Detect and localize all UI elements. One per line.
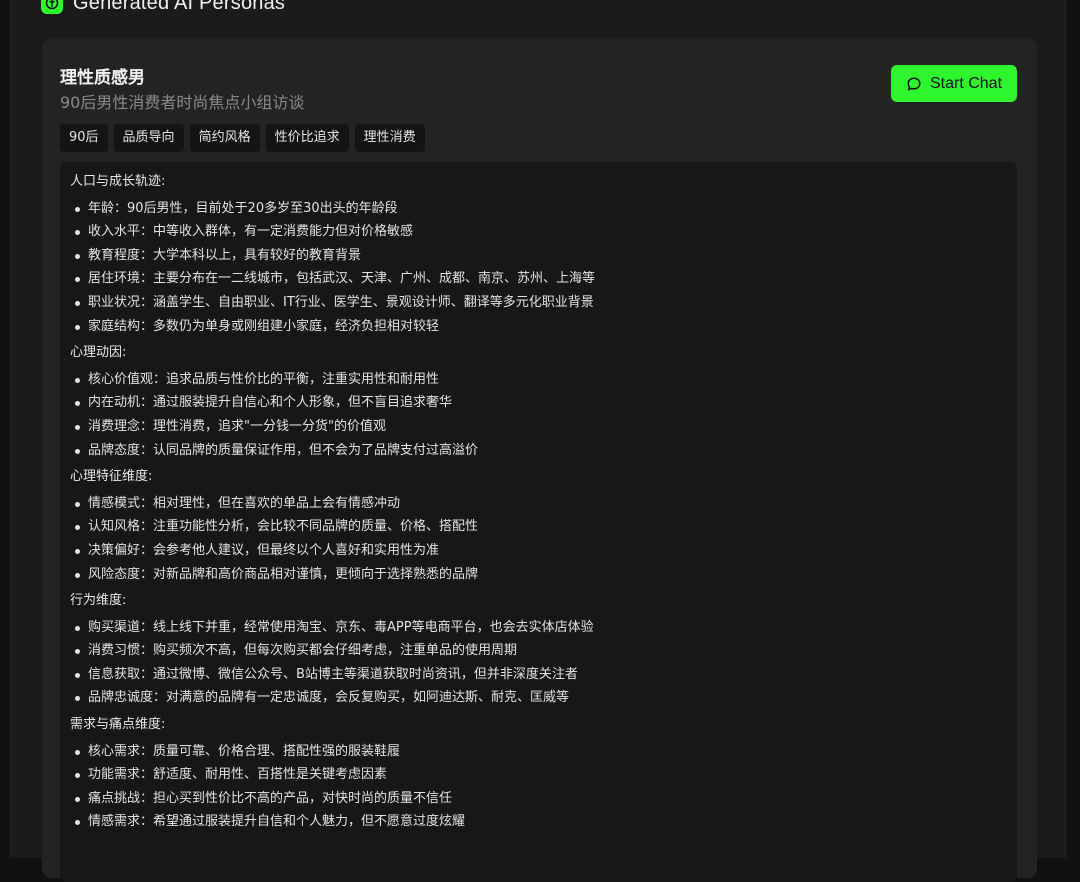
list-item: 核心价值观：追求品质与性价比的平衡，注重实用性和耐用性	[70, 368, 1017, 392]
section-psychological-drivers: 心理动因: 核心价值观：追求品质与性价比的平衡，注重实用性和耐用性 内在动机：通…	[60, 341, 1017, 462]
list-item: 职业状况：涵盖学生、自由职业、IT行业、医学生、景观设计师、翻译等多元化职业背景	[70, 291, 1017, 315]
list-item: 消费理念：理性消费，追求"一分钱一分货"的价值观	[70, 415, 1017, 439]
section-psychological-traits: 心理特征维度: 情感模式：相对理性，但在喜欢的单品上会有情感冲动 认知风格：注重…	[60, 465, 1017, 586]
section-needs-pain-points: 需求与痛点维度: 核心需求：质量可靠、价格合理、搭配性强的服装鞋履 功能需求：舒…	[60, 713, 1017, 834]
section-title: 心理动因:	[70, 345, 127, 361]
page-header: Generated AI Personas	[41, 0, 285, 20]
tag: 品质导向	[113, 124, 184, 152]
list-item: 风险态度：对新品牌和高价商品相对谨慎，更倾向于选择熟悉的品牌	[70, 563, 1017, 587]
section-demographics: 人口与成长轨迹: 年龄：90后男性，目前处于20多岁至30出头的年龄段 收入水平…	[60, 170, 1017, 338]
chat-bubble-icon	[906, 76, 922, 92]
list-item: 收入水平：中等收入群体，有一定消费能力但对价格敏感	[70, 220, 1017, 244]
list-item: 决策偏好：会参考他人建议，但最终以个人喜好和实用性为准	[70, 539, 1017, 563]
list-item: 教育程度：大学本科以上，具有较好的教育背景	[70, 244, 1017, 268]
list-item: 信息获取：通过微博、微信公众号、B站博主等渠道获取时尚资讯，但并非深度关注者	[70, 663, 1017, 687]
list-item: 品牌态度：认同品牌的质量保证作用，但不会为了品牌支付过高溢价	[70, 439, 1017, 463]
section-title: 需求与痛点维度:	[70, 717, 166, 733]
tag: 90后	[60, 124, 108, 152]
section-behavior: 行为维度: 购买渠道：线上线下并重，经常使用淘宝、京东、毒APP等电商平台，也会…	[60, 589, 1017, 710]
persona-description: 人口与成长轨迹: 年龄：90后男性，目前处于20多岁至30出头的年龄段 收入水平…	[60, 162, 1017, 882]
app-window: Generated AI Personas 理性质感男 90后男性消费者时尚焦点…	[10, 0, 1066, 882]
list-item: 品牌忠诚度：对满意的品牌有一定忠诚度，会反复购买，如阿迪达斯、耐克、匡威等	[70, 686, 1017, 710]
list-item: 消费习惯：购买频次不高，但每次购买都会仔细考虑，注重单品的使用周期	[70, 639, 1017, 663]
tag: 理性消费	[354, 124, 425, 152]
list-item: 功能需求：舒适度、耐用性、百搭性是关键考虑因素	[70, 763, 1017, 787]
persona-card: 理性质感男 90后男性消费者时尚焦点小组访谈 Start Chat 90后 品质…	[42, 38, 1037, 882]
list-item: 居住环境：主要分布在一二线城市，包括武汉、天津、广州、成都、南京、苏州、上海等	[70, 267, 1017, 291]
start-chat-label: Start Chat	[929, 74, 1003, 92]
persona-subtitle: 90后男性消费者时尚焦点小组访谈	[60, 93, 305, 112]
list-item: 认知风格：注重功能性分析，会比较不同品牌的质量、价格、搭配性	[70, 515, 1017, 539]
section-title: 行为维度:	[70, 593, 127, 609]
list-item: 购买渠道：线上线下并重，经常使用淘宝、京东、毒APP等电商平台，也会去实体店体验	[70, 616, 1017, 640]
section-title: 心理特征维度:	[70, 469, 153, 485]
list-item: 内在动机：通过服装提升自信心和个人形象，但不盲目追求奢华	[70, 391, 1017, 415]
app-logo-icon	[41, 0, 63, 14]
page-title: Generated AI Personas	[73, 0, 286, 14]
list-item: 情感需求：希望通过服装提升自信和个人魅力，但不愿意过度炫耀	[70, 810, 1017, 834]
tag: 性价比追求	[265, 124, 349, 152]
section-title: 人口与成长轨迹:	[70, 174, 166, 189]
list-item: 年龄：90后男性，目前处于20多岁至30出头的年龄段	[70, 197, 1017, 221]
persona-tags: 90后 品质导向 简约风格 性价比追求 理性消费	[60, 124, 425, 152]
list-item: 痛点挑战：担心买到性价比不高的产品，对快时尚的质量不信任	[70, 787, 1017, 811]
list-item: 情感模式：相对理性，但在喜欢的单品上会有情感冲动	[70, 492, 1017, 516]
list-item: 核心需求：质量可靠、价格合理、搭配性强的服装鞋履	[70, 740, 1017, 764]
start-chat-button[interactable]: Start Chat	[891, 65, 1017, 102]
tag: 简约风格	[189, 124, 260, 152]
persona-name: 理性质感男	[60, 68, 145, 88]
list-item: 家庭结构：多数仍为单身或刚组建小家庭，经济负担相对较轻	[70, 315, 1017, 339]
